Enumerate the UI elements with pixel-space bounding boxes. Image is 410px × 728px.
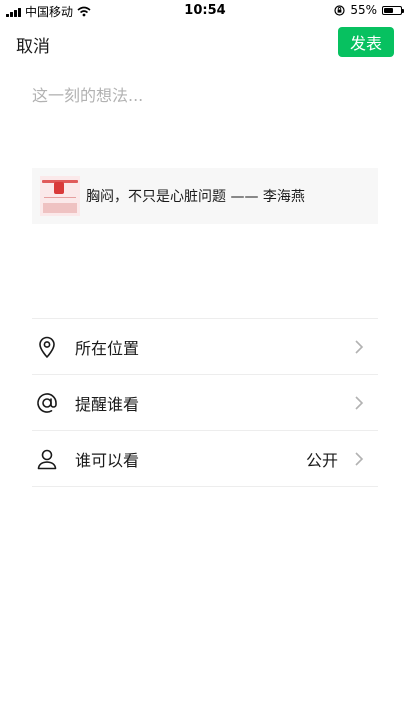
link-thumbnail [40,176,80,216]
link-title: 胸闷，不只是心脏问题 —— 李海燕 [86,189,305,205]
chevron-right-icon [355,452,364,466]
location-row[interactable]: 所在位置 [32,319,378,375]
status-bar: 中国移动 10:54 55% [0,0,410,22]
visibility-row[interactable]: 谁可以看 公开 [32,431,378,487]
battery-icon [382,5,404,15]
orientation-lock-icon [334,4,345,16]
battery-fill [384,7,393,13]
location-pin-icon [35,335,59,359]
chevron-right-icon [355,396,364,410]
shared-link-card[interactable]: 胸闷，不只是心脏问题 —— 李海燕 [32,168,378,224]
mention-label: 提醒谁看 [75,394,140,414]
at-sign-icon [35,391,59,415]
person-icon [35,447,59,471]
thoughts-input[interactable] [32,82,378,142]
status-right: 55% [334,3,404,17]
publish-button[interactable]: 发表 [338,27,394,57]
location-label: 所在位置 [75,338,140,358]
cancel-button[interactable]: 取消 [16,32,50,57]
chevron-right-icon [355,340,364,354]
visibility-value: 公开 [305,450,338,470]
battery-percent: 55% [350,3,377,17]
options-list: 所在位置 提醒谁看 谁可以看 公开 [32,318,378,487]
mention-row[interactable]: 提醒谁看 [32,375,378,431]
visibility-label: 谁可以看 [75,450,140,470]
